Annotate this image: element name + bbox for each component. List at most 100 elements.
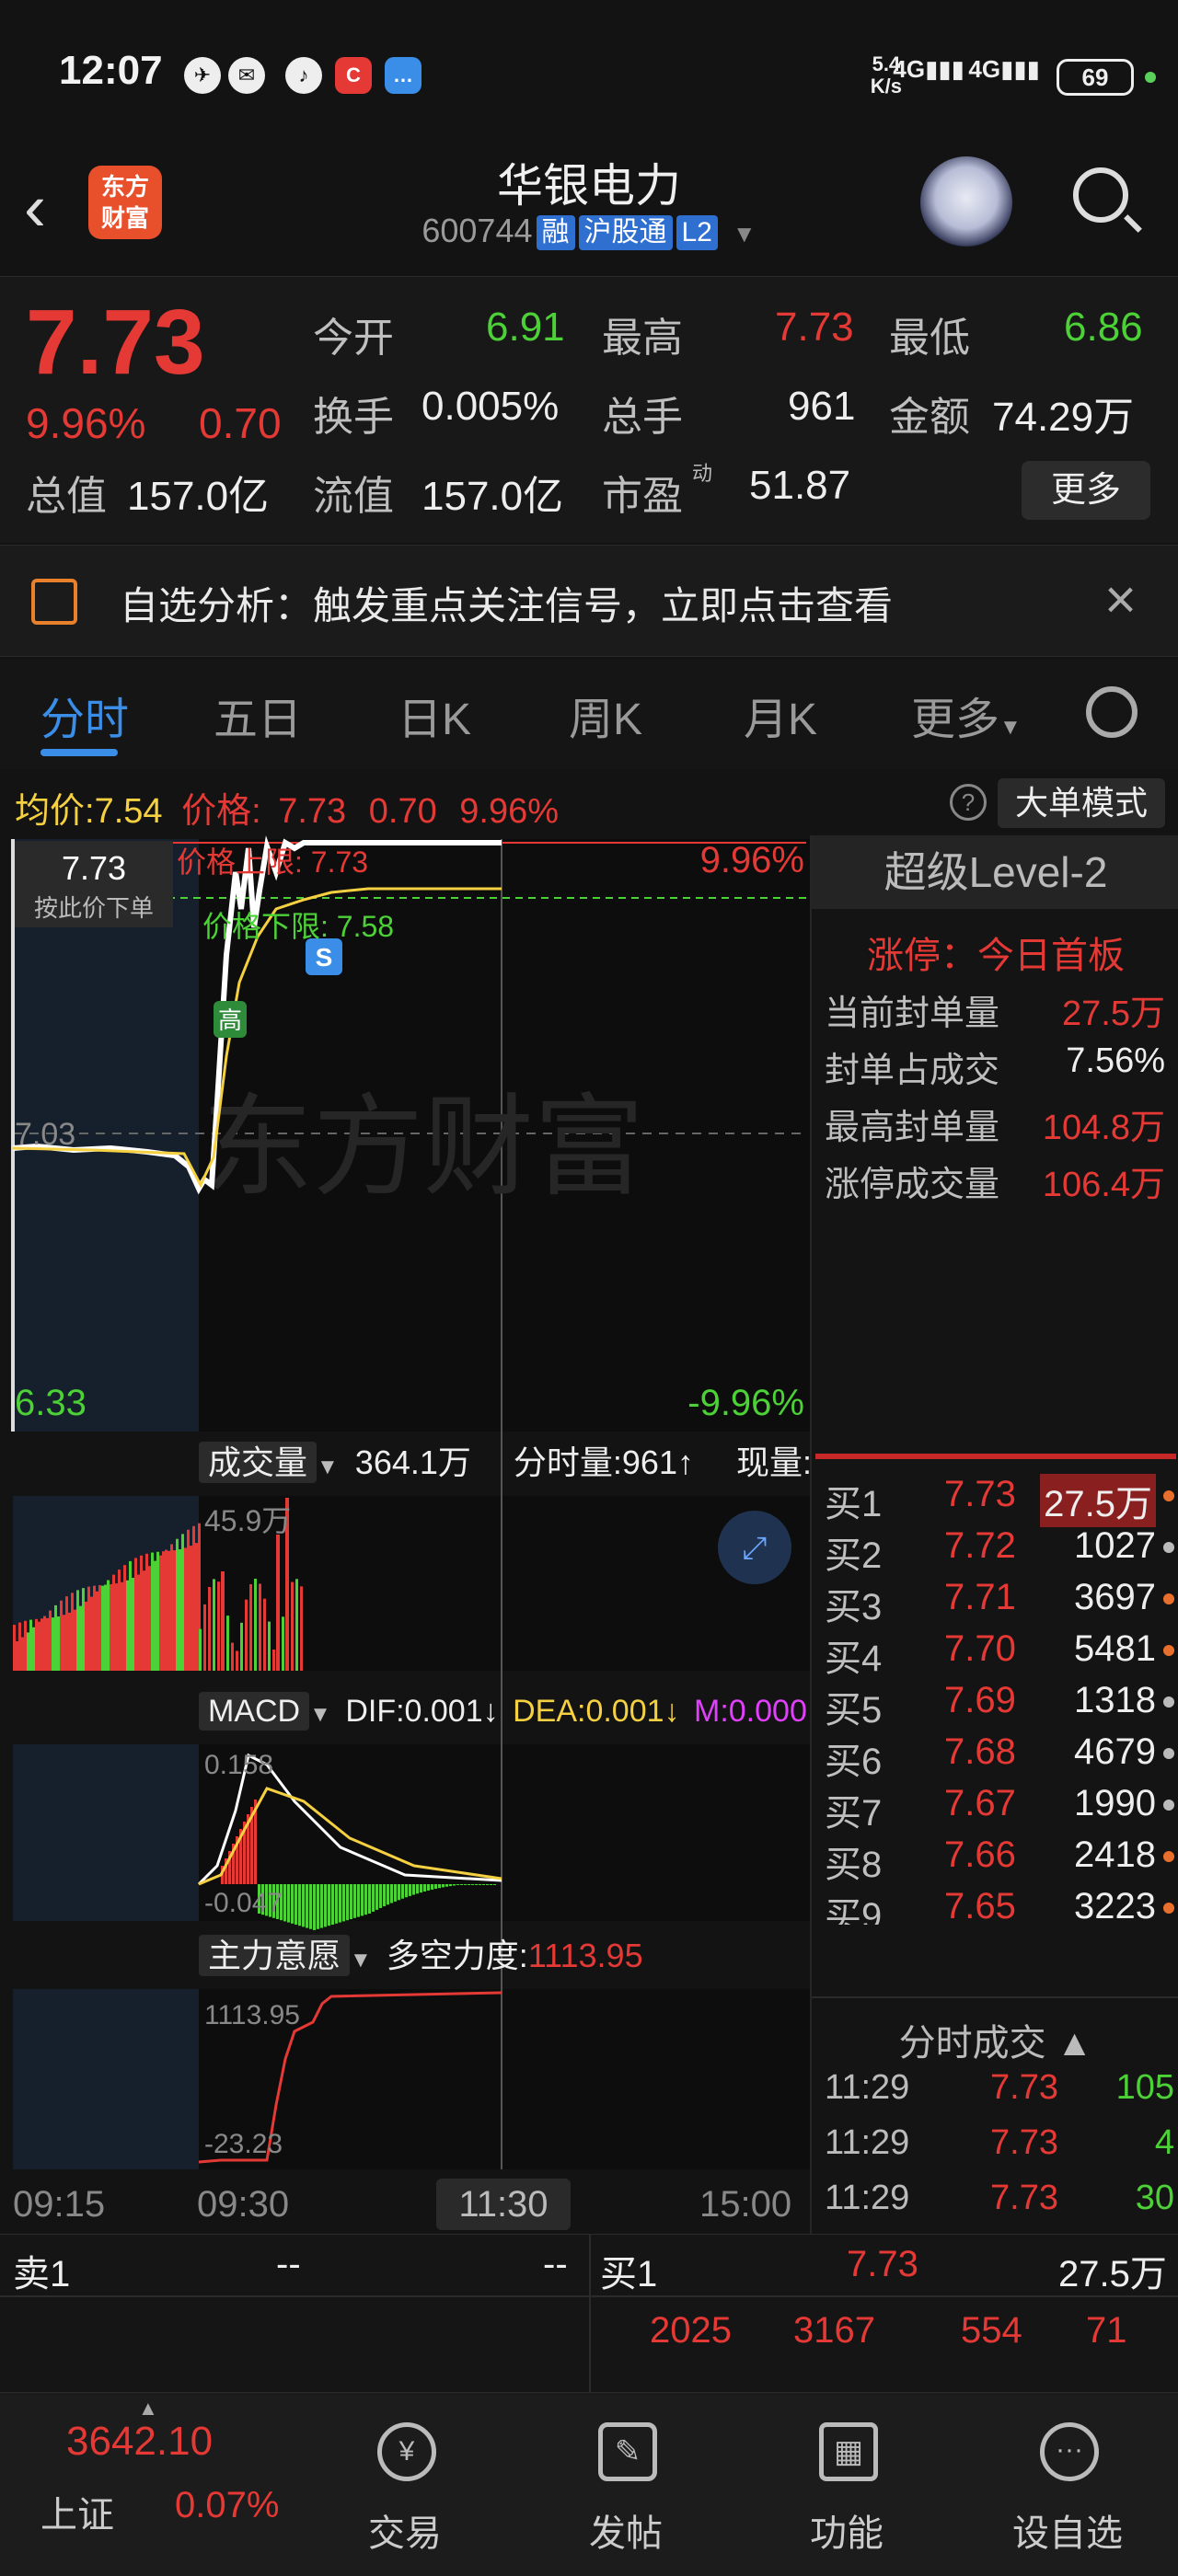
macd-bar: [409, 1884, 411, 1896]
bid-row[interactable]: 买6 7.68 4679: [825, 1731, 1174, 1783]
tab-more[interactable]: 更多▼: [911, 683, 1022, 747]
volume-bar: [87, 1586, 90, 1671]
prev-close-label: 7.03: [15, 1117, 75, 1152]
macd-bar: [416, 1884, 419, 1894]
nav-trade[interactable]: ¥ 交易: [304, 2393, 506, 2576]
bid-dot: [1163, 1645, 1174, 1656]
bid-price: 7.73: [944, 1474, 1016, 1514]
macd-bar: [390, 1884, 393, 1903]
bid-level: 买1: [825, 1484, 883, 1524]
message-icon: …: [385, 57, 422, 94]
macd-bar: [328, 1884, 330, 1926]
macd-bar: [372, 1884, 375, 1912]
max-seal-value: 104.8万: [1042, 1109, 1165, 1147]
high-value: 7.73: [775, 305, 854, 350]
sell1-price: --: [276, 2244, 301, 2284]
wechat-icon: ✉: [228, 57, 265, 94]
bid-row[interactable]: 买3 7.71 3697: [825, 1577, 1174, 1628]
index-quote[interactable]: ▲ 3642.10 上证 0.07%: [0, 2393, 313, 2576]
volume-bar: [79, 1605, 82, 1671]
close-icon[interactable]: ×: [1104, 568, 1137, 631]
bid-row[interactable]: 买9 7.65 3223: [825, 1886, 1174, 1925]
volume-select[interactable]: 成交量: [199, 1442, 318, 1483]
volume-bar: [295, 1579, 298, 1671]
amount-value: 74.29万: [992, 395, 1135, 440]
bid-level: 买2: [825, 1535, 883, 1576]
volume-bar: [184, 1547, 187, 1671]
bid-level: 买8: [825, 1845, 883, 1885]
search-icon[interactable]: [1073, 167, 1128, 223]
volume-bar: [82, 1588, 85, 1671]
macd-bar: [298, 1884, 301, 1926]
max-seal-label: 最高封单量: [825, 1109, 1000, 1147]
index-value: 3642.10: [66, 2419, 214, 2464]
bid-row[interactable]: 买8 7.66 2418: [825, 1834, 1174, 1886]
big-order-mode-button[interactable]: 大单模式: [998, 778, 1165, 828]
macd-select[interactable]: MACD: [199, 1692, 310, 1731]
bid-price: 7.71: [944, 1577, 1016, 1617]
bid-row[interactable]: 买7 7.67 1990: [825, 1783, 1174, 1834]
nav-watchlist[interactable]: ··· 设自选: [966, 2393, 1169, 2576]
volume-bar: [123, 1565, 126, 1671]
volume-bar: [181, 1534, 184, 1671]
bid-dot: [1163, 1903, 1174, 1914]
bid-row[interactable]: 买5 7.69 1318: [825, 1680, 1174, 1731]
bid-price: 7.65: [944, 1886, 1016, 1925]
intraday-chart-stack[interactable]: 东方财富 高 S 7.73 按此价下单 价格上限: 7.73 价格下限: 7.5…: [0, 835, 810, 2234]
turnover-value: 0.005%: [422, 384, 560, 429]
tick-row: 11:29 7.73 4: [825, 2123, 1174, 2177]
seal-ratio-label: 封单占成交: [825, 1052, 1000, 1090]
volume-bar: [162, 1551, 165, 1671]
sell1-qty: --: [543, 2244, 568, 2284]
volume-bar: [151, 1552, 154, 1671]
bid-row[interactable]: 买2 7.72 1027: [825, 1525, 1174, 1577]
more-quote-button[interactable]: 更多: [1022, 461, 1150, 520]
level2-title[interactable]: 超级Level-2: [812, 835, 1178, 909]
macd-bar: [453, 1884, 456, 1886]
volume-bar: [60, 1600, 63, 1671]
tab-weekly-k[interactable]: 周K: [569, 683, 642, 747]
gear-icon[interactable]: [1086, 686, 1138, 738]
analysis-alert-banner[interactable]: 自选分析：触发重点关注信号，立即点击查看 ×: [0, 545, 1178, 657]
volume-bar: [268, 1621, 271, 1671]
macd-bar: [361, 1884, 364, 1916]
change-amt: 0.70: [199, 399, 282, 447]
lower-limit-label: 价格下限: 7.58: [202, 910, 394, 943]
macd-bar: [442, 1884, 445, 1888]
amount-label: 金额: [889, 395, 970, 440]
volume-bar: [104, 1584, 107, 1671]
bid-row[interactable]: 买1 7.73 27.5万: [825, 1474, 1174, 1527]
macd-bar: [283, 1884, 286, 1922]
nav-post[interactable]: ✎ 发帖: [525, 2393, 727, 2576]
stock-header: ‹ 东方 财富 华银电力 600744 融沪股通 L2 ▼: [0, 147, 1178, 276]
volume-bar: [213, 1579, 215, 1671]
bid-qty: 27.5万: [1040, 1474, 1156, 1527]
watermark: 东方财富: [202, 1086, 644, 1209]
tab-daily-k[interactable]: 日K: [398, 683, 471, 747]
macd-bar: [486, 1884, 489, 1885]
bid-row[interactable]: 买4 7.70 5481: [825, 1628, 1174, 1680]
help-icon[interactable]: ?: [950, 784, 987, 821]
high-label: 最高: [602, 316, 683, 361]
mcap-label: 总值: [26, 474, 107, 519]
caret-up-icon: ▲: [138, 2397, 158, 2420]
nav-features[interactable]: ▦ 功能: [745, 2393, 948, 2576]
tab-monthly-k[interactable]: 月K: [744, 683, 817, 747]
bid-level: 买3: [825, 1587, 883, 1627]
force-select[interactable]: 主力意愿: [199, 1935, 351, 1976]
robot-assistant-icon[interactable]: [920, 156, 1012, 248]
bid-price: 7.70: [944, 1628, 1016, 1669]
chevron-down-icon: ▼: [732, 220, 756, 247]
tab-intraday[interactable]: 分时: [40, 683, 129, 747]
volume-bar: [282, 1616, 284, 1671]
tab-five-day[interactable]: 五日: [214, 683, 302, 747]
tag-l2: L2: [676, 215, 718, 251]
bid-level: 买4: [825, 1639, 883, 1679]
tick-trades-title[interactable]: 分时成交 ▲: [812, 2013, 1178, 2066]
charging-dot: [1145, 72, 1156, 83]
volume-bar: [176, 1538, 179, 1671]
chart-tabs: 分时 五日 日K 周K 月K 更多▼: [0, 659, 1178, 769]
volume-bar: [46, 1617, 49, 1671]
low-label: 最低: [889, 316, 970, 361]
volume-bar: [154, 1560, 156, 1671]
